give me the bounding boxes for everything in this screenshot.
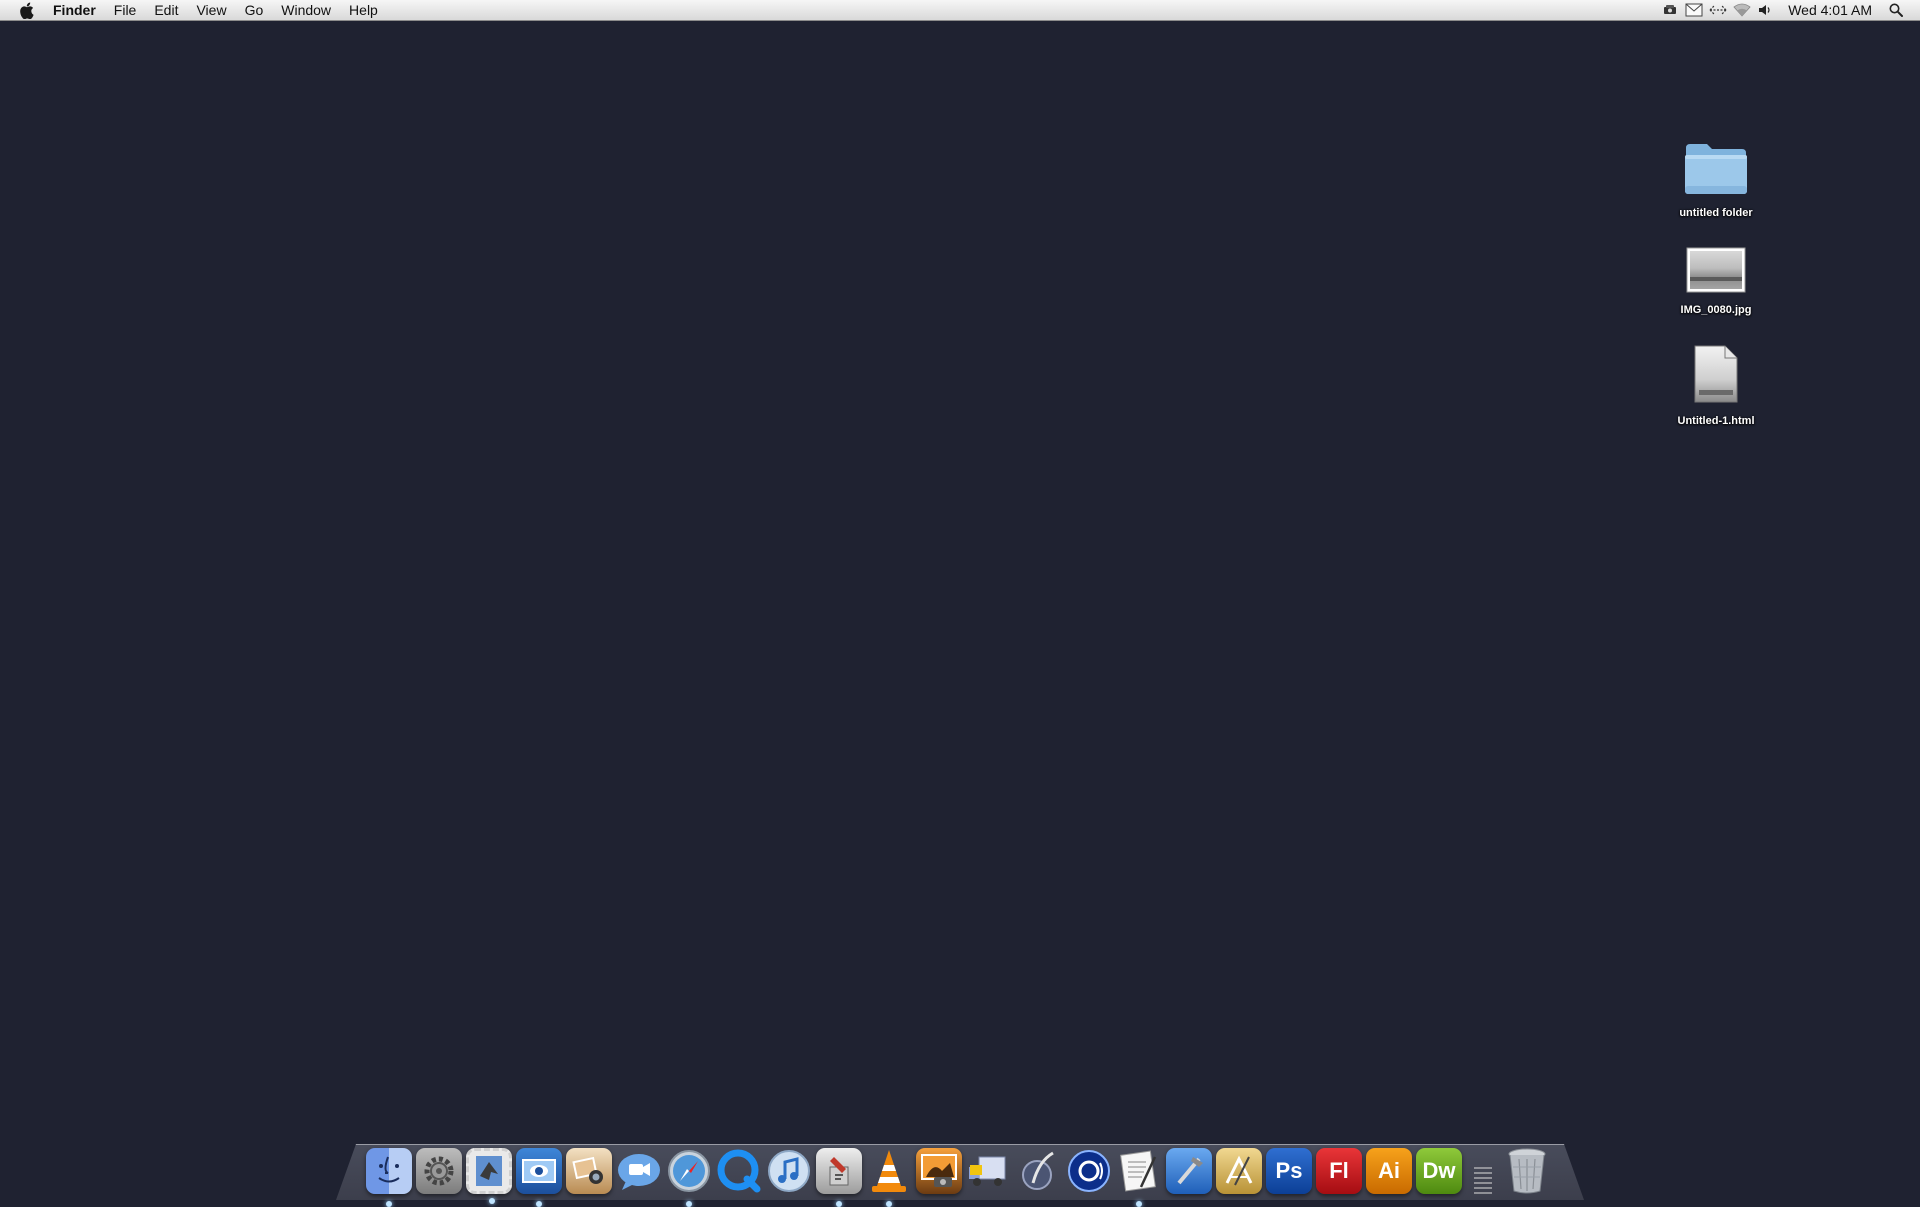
- running-indicator: [386, 1201, 392, 1207]
- folder-icon: [1683, 140, 1749, 201]
- image-capture-icon[interactable]: [566, 1148, 612, 1194]
- illustrator-label: Ai: [1378, 1158, 1400, 1183]
- spotlight-search-icon[interactable]: [1885, 0, 1907, 21]
- menu-help[interactable]: Help: [340, 0, 387, 21]
- audio-app-icon[interactable]: [1066, 1148, 1112, 1194]
- design-tools-icon[interactable]: [1216, 1148, 1262, 1194]
- flash-icon[interactable]: Fl: [1316, 1148, 1362, 1194]
- running-indicator: [489, 1198, 495, 1204]
- menu-bar: Finder File Edit View Go Window Help Wed…: [0, 0, 1920, 21]
- iphoto-icon[interactable]: [916, 1148, 962, 1194]
- desktop-item-html[interactable]: Untitled-1.html: [1661, 344, 1771, 427]
- quicktime-icon[interactable]: [716, 1148, 762, 1194]
- running-indicator: [836, 1201, 842, 1207]
- preview-icon[interactable]: [516, 1148, 562, 1207]
- running-indicator: [686, 1201, 692, 1207]
- dreamweaver-icon[interactable]: Dw: [1416, 1148, 1462, 1194]
- html-file-icon: [1693, 344, 1739, 409]
- xcode-icon[interactable]: [1166, 1148, 1212, 1194]
- dock: Ps Fl Ai Dw: [364, 1134, 1552, 1207]
- textedit-icon[interactable]: [1116, 1148, 1162, 1207]
- menu-edit[interactable]: Edit: [145, 0, 187, 21]
- quill-pen-icon[interactable]: [1016, 1148, 1062, 1194]
- running-indicator: [1136, 1201, 1142, 1207]
- running-indicator: [536, 1201, 542, 1207]
- apple-logo-icon[interactable]: [17, 1, 35, 19]
- itunes-icon[interactable]: [766, 1148, 812, 1194]
- sync-arrows-icon[interactable]: [1707, 0, 1729, 21]
- wifi-icon[interactable]: [1731, 0, 1753, 21]
- time-machine-icon[interactable]: [1659, 0, 1681, 21]
- desktop-item-label: Untitled-1.html: [1677, 415, 1755, 427]
- flash-label: Fl: [1329, 1158, 1349, 1183]
- menu-window[interactable]: Window: [272, 0, 340, 21]
- photoshop-icon[interactable]: Ps: [1266, 1148, 1312, 1194]
- desktop-item-label: IMG_0080.jpg: [1680, 304, 1752, 316]
- image-file-icon: [1686, 247, 1746, 298]
- illustrator-icon[interactable]: Ai: [1366, 1148, 1412, 1194]
- trash-icon[interactable]: [1504, 1148, 1550, 1194]
- system-preferences-icon[interactable]: [416, 1148, 462, 1194]
- script-editor-icon[interactable]: [816, 1148, 862, 1207]
- menu-go[interactable]: Go: [236, 0, 273, 21]
- finder-icon[interactable]: [366, 1148, 412, 1207]
- delivery-truck-icon[interactable]: [966, 1148, 1012, 1194]
- mail-icon[interactable]: [1683, 0, 1705, 21]
- desktop-item-image[interactable]: IMG_0080.jpg: [1661, 247, 1771, 316]
- desktop-item-folder[interactable]: untitled folder: [1661, 140, 1771, 219]
- dreamweaver-label: Dw: [1422, 1158, 1456, 1183]
- menu-file[interactable]: File: [105, 0, 146, 21]
- running-indicator: [886, 1201, 892, 1207]
- menu-app-finder[interactable]: Finder: [53, 0, 105, 21]
- dock-separator[interactable]: [1474, 1144, 1492, 1194]
- ichat-icon[interactable]: [616, 1148, 662, 1194]
- menubar-clock[interactable]: Wed 4:01 AM: [1788, 2, 1872, 18]
- vlc-icon[interactable]: [866, 1148, 912, 1207]
- safari-icon[interactable]: [666, 1148, 712, 1207]
- desktop-item-label: untitled folder: [1679, 207, 1753, 219]
- menu-view[interactable]: View: [187, 0, 235, 21]
- volume-icon[interactable]: [1755, 0, 1777, 21]
- photoshop-label: Ps: [1275, 1158, 1303, 1183]
- mail-stamp-icon[interactable]: [466, 1148, 512, 1204]
